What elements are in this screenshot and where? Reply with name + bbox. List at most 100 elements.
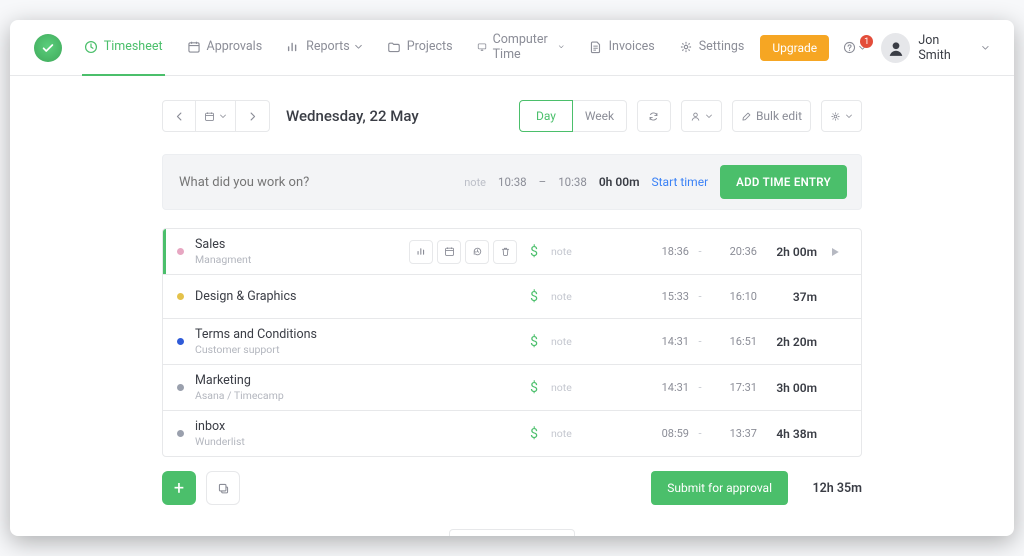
nav-item-label: Approvals	[207, 39, 263, 54]
entry-play-button[interactable]	[823, 246, 847, 258]
nav-settings-label: Settings	[699, 39, 745, 54]
chevron-down-icon	[558, 42, 564, 51]
clock-icon	[84, 40, 98, 54]
entry-subtitle: Managment	[195, 253, 387, 266]
time-entry-row[interactable]: Terms and ConditionsCustomer support $ not…	[163, 318, 861, 364]
nav-item-label: Timesheet	[104, 39, 163, 54]
refresh-button[interactable]	[637, 100, 671, 132]
entry-delete-button[interactable]	[493, 240, 517, 264]
start-timer-button[interactable]: Start timer	[652, 175, 709, 189]
current-date: Wednesday, 22 May	[286, 107, 419, 125]
entry-to: 20:36	[711, 245, 757, 258]
entry-dash: -	[695, 381, 705, 394]
entry-stats-button[interactable]	[409, 240, 433, 264]
nav-reports[interactable]: Reports	[284, 20, 365, 76]
upgrade-button[interactable]: Upgrade	[760, 35, 829, 61]
entry-note-button[interactable]: note	[551, 381, 595, 394]
from-time[interactable]: 10:38	[498, 175, 527, 189]
date-picker-button[interactable]	[196, 100, 236, 132]
view-week-tab[interactable]: Week	[573, 100, 627, 132]
entry-to: 13:37	[711, 427, 757, 440]
top-nav: Timesheet Approvals Reports Projects Compute…	[10, 20, 1014, 76]
copy-icon	[217, 482, 230, 495]
user-name: Jon Smith	[918, 33, 973, 63]
nav-item-label: Projects	[407, 39, 453, 54]
submit-for-approval-button[interactable]: Submit for approval	[651, 471, 788, 505]
time-entry-row[interactable]: SalesManagment$note18:36-20:362h 00m	[163, 229, 861, 274]
more-options-button[interactable]	[821, 100, 862, 132]
date-toolbar: Wednesday, 22 May Day Week Bulk edit	[162, 100, 862, 132]
user-menu[interactable]: Jon Smith	[881, 33, 990, 63]
add-entry-fab[interactable]: +	[162, 471, 196, 505]
entry-title: Terms and Conditions	[195, 327, 387, 342]
copy-day-button[interactable]	[206, 471, 240, 505]
entry-note-button[interactable]: note	[551, 290, 595, 303]
duration: 0h 00m	[599, 175, 640, 189]
monitor-icon	[477, 40, 487, 54]
chevron-down-icon	[705, 112, 713, 120]
reports-icon	[286, 40, 300, 54]
entry-title: Sales	[195, 237, 387, 252]
prev-day-button[interactable]	[162, 100, 196, 132]
new-entry-bar: note 10:38 – 10:38 0h 00m Start timer AD…	[162, 154, 862, 210]
trash-icon	[500, 246, 511, 257]
nav-invoices[interactable]: Invoices	[587, 20, 657, 76]
time-entry-row[interactable]: Design & Graphics$note15:33-16:1037m	[163, 274, 861, 318]
bars-icon	[416, 246, 427, 257]
entry-note-button[interactable]: note	[551, 245, 595, 258]
view-day-tab[interactable]: Day	[519, 100, 573, 132]
entry-duration: 37m	[763, 290, 817, 304]
entry-subtitle: Asana / Timecamp	[195, 389, 387, 402]
billable-indicator[interactable]: $	[523, 289, 545, 305]
entry-calendar-button[interactable]	[437, 240, 461, 264]
note-button[interactable]: note	[464, 176, 486, 189]
billable-indicator[interactable]: $	[523, 244, 545, 260]
billable-indicator[interactable]: $	[523, 426, 545, 442]
task-input[interactable]	[177, 174, 417, 191]
edit-icon	[741, 111, 752, 122]
user-filter-button[interactable]	[681, 100, 722, 132]
nav-timesheet[interactable]: Timesheet	[82, 20, 165, 76]
to-time[interactable]: 10:38	[558, 175, 587, 189]
entry-subtitle: Wunderlist	[195, 435, 387, 448]
time-entry-row[interactable]: inboxWunderlist$note08:59-13:374h 38m	[163, 410, 861, 456]
nav-projects[interactable]: Projects	[385, 20, 455, 76]
show-more-days-button[interactable]: Show more days	[449, 529, 575, 536]
entry-note-button[interactable]: note	[551, 335, 595, 348]
time-entries-list: SalesManagment$note18:36-20:362h 00mDesi…	[162, 228, 862, 457]
entry-from: 14:31	[601, 335, 689, 348]
nav-approvals[interactable]: Approvals	[185, 20, 265, 76]
entry-subtitle: Customer support	[195, 343, 387, 356]
user-icon	[690, 111, 701, 122]
chevron-right-icon	[247, 111, 258, 122]
entry-to: 16:10	[711, 290, 757, 303]
help-icon	[843, 41, 856, 54]
entry-duration: 3h 00m	[763, 381, 817, 395]
entry-duration: 2h 00m	[763, 245, 817, 259]
chevron-down-icon	[354, 42, 363, 51]
nav-item-label: Invoices	[609, 39, 655, 54]
gear-icon	[830, 111, 841, 122]
entry-dash: -	[695, 335, 705, 348]
entry-dash: -	[695, 245, 705, 258]
help-button[interactable]: 1	[843, 41, 867, 54]
billable-indicator[interactable]: $	[523, 334, 545, 350]
entry-from: 14:31	[601, 381, 689, 394]
entry-note-button[interactable]: note	[551, 427, 595, 440]
chevron-down-icon	[219, 112, 227, 120]
project-color-dot	[177, 338, 184, 345]
add-time-entry-button[interactable]: ADD TIME ENTRY	[720, 165, 847, 199]
help-badge: 1	[860, 35, 873, 48]
nav-computer-time[interactable]: Computer Time	[475, 20, 567, 76]
billable-indicator[interactable]: $	[523, 380, 545, 396]
next-day-button[interactable]	[236, 100, 270, 132]
nav-item-label: Reports	[306, 39, 350, 54]
day-total: 12h 35m	[806, 481, 862, 496]
nav-settings[interactable]: Settings	[677, 39, 747, 56]
entry-title: inbox	[195, 419, 387, 434]
entry-history-button[interactable]	[465, 240, 489, 264]
project-color-dot	[177, 384, 184, 391]
time-entry-row[interactable]: MarketingAsana / Timecamp$note14:31-17:3…	[163, 364, 861, 410]
entry-duration: 2h 20m	[763, 335, 817, 349]
bulk-edit-button[interactable]: Bulk edit	[732, 100, 811, 132]
